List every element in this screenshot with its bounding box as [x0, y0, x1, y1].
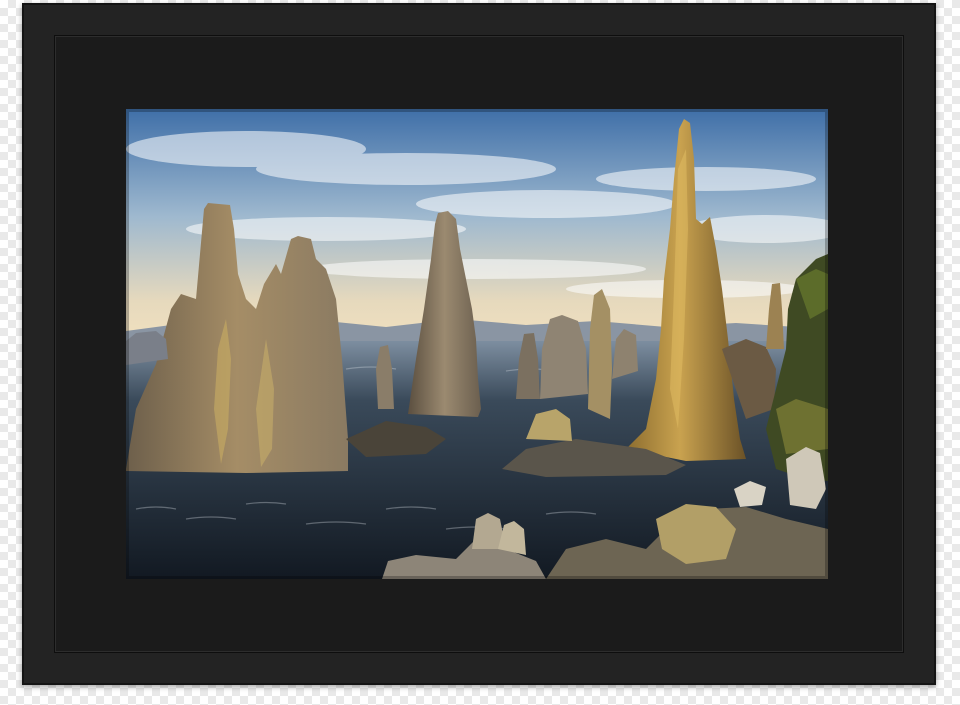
rock-left-edge	[126, 331, 168, 365]
landscape-photo	[126, 109, 828, 579]
framed-photo	[126, 109, 828, 579]
